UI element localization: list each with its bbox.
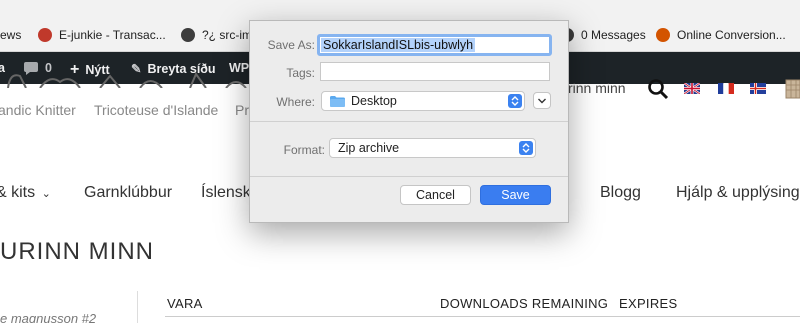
bookmark-messages[interactable]: 0 Messages (560, 27, 646, 43)
save-button[interactable]: Save (480, 185, 551, 205)
ejunkie-icon (38, 28, 52, 42)
page-title: URINN MINN (0, 238, 154, 265)
bookmark-ejunkie[interactable]: E-junkie - Transac... (38, 27, 166, 43)
cancel-button[interactable]: Cancel (400, 185, 471, 205)
format-value: Zip archive (338, 141, 400, 155)
column-header-downloads: DOWNLOADS REMAINING (440, 296, 609, 311)
expand-button[interactable] (533, 92, 551, 109)
nav-item-help[interactable]: Hjálp & upplýsingar (676, 184, 800, 202)
save-as-value: SokkarIslandISLbis-ubwlyh (321, 38, 476, 52)
site-logo-partial (7, 71, 247, 89)
bookmark-online-conversion[interactable]: Online Conversion... (656, 27, 786, 43)
cart-icon[interactable] (784, 76, 800, 100)
column-header-expires: EXPIRES (619, 296, 678, 311)
bookmark-label: Online Conversion... (677, 28, 786, 42)
bookmark-news[interactable]: ews (0, 27, 21, 43)
uk-flag-icon[interactable] (684, 83, 700, 94)
tagline-2: Tricoteuse d'Islande (94, 102, 219, 118)
tagline-3: Pr (235, 102, 249, 118)
nav-item-blogg[interactable]: Blogg (600, 184, 641, 202)
format-popup[interactable]: Zip archive (329, 138, 536, 158)
icelandic-flag-icon[interactable] (750, 83, 766, 94)
chevron-down-icon (538, 98, 546, 104)
nav-item-garnklubbur[interactable]: Garnklúbbur (84, 184, 172, 202)
bookmark-label: ews (0, 28, 22, 42)
table-header-rule (165, 316, 800, 317)
save-as-label: Save As: (267, 38, 315, 52)
save-as-field[interactable]: SokkarIslandISLbis-ubwlyh (317, 34, 552, 56)
chevron-down-icon: ⌄ (41, 188, 51, 200)
where-value: Desktop (351, 94, 397, 108)
globe-icon (181, 28, 195, 42)
bookmark-label: E-junkie - Transac... (59, 28, 166, 42)
folder-icon (330, 95, 345, 107)
dialog-separator (250, 121, 568, 122)
where-label: Where: (276, 95, 315, 109)
column-header-vara: VARA (167, 296, 203, 311)
tagline-1: andic Knitter (0, 102, 76, 118)
format-label: Format: (283, 143, 325, 157)
popup-stepper-icon (519, 141, 533, 155)
where-popup[interactable]: Desktop (321, 91, 525, 111)
popup-stepper-icon (508, 94, 522, 108)
sidebar-product-link[interactable]: e magnusson #2 (0, 311, 96, 323)
bookmark-label: 0 Messages (581, 28, 646, 42)
bookmark-src-im[interactable]: ?¿ src-im (181, 27, 252, 43)
nav-item-islenskt[interactable]: Íslenskt (201, 184, 255, 202)
header-partial-text: rinn minn (568, 80, 626, 96)
save-dialog: Save As: SokkarIslandISLbis-ubwlyh Tags:… (249, 20, 569, 223)
search-icon[interactable] (647, 78, 669, 100)
site-logo-text (0, 62, 280, 96)
sidebar-divider (137, 291, 138, 323)
tags-field[interactable] (320, 62, 550, 81)
dialog-separator (250, 176, 568, 177)
bookmark-label: ?¿ src-im (202, 28, 252, 42)
nav-item-label: & kits (0, 184, 36, 201)
nav-item-kits[interactable]: & kits ⌄ (0, 184, 51, 202)
conversion-icon (656, 28, 670, 42)
french-flag-icon[interactable] (718, 83, 734, 94)
